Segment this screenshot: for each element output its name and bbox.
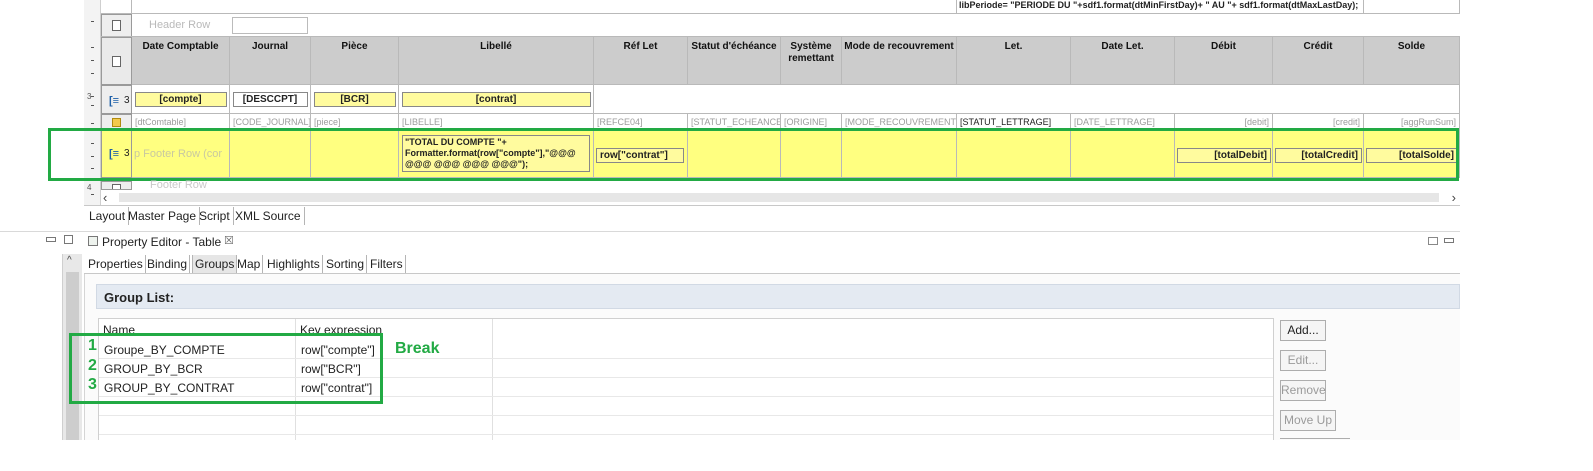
group-icon: [≡ xyxy=(109,95,120,107)
col-date-let[interactable]: Date Let. xyxy=(1071,37,1175,85)
tab-map[interactable]: Map xyxy=(235,255,264,273)
break-annotation: Break xyxy=(395,340,440,357)
col-debit[interactable]: Débit xyxy=(1175,37,1273,85)
period-expression-cell[interactable]: libPeriode= "PERIODE DU "+sdf1.format(dt… xyxy=(957,0,1364,14)
row-icon xyxy=(112,56,121,67)
col-libelle[interactable]: Libellé xyxy=(399,37,594,85)
tab-xml-source[interactable]: XML Source xyxy=(232,207,305,225)
row-handle-header[interactable] xyxy=(101,14,132,37)
col-credit[interactable]: Crédit xyxy=(1273,37,1364,85)
binding-contrat[interactable]: [contrat] xyxy=(401,92,591,107)
property-editor-title: Property Editor - Table xyxy=(102,235,222,249)
group-cell-contrat[interactable]: [contrat] xyxy=(399,85,594,114)
remove-button[interactable]: Remove xyxy=(1280,380,1326,401)
move-up-button[interactable]: Move Up xyxy=(1280,410,1336,431)
minimize-icon[interactable] xyxy=(1444,238,1454,243)
tab-binding[interactable]: Binding xyxy=(145,255,191,273)
tab-script[interactable]: Script xyxy=(196,207,234,225)
group-list-title: Group List: xyxy=(104,290,175,305)
row-handle-footer-table[interactable] xyxy=(101,181,132,190)
col-journal[interactable]: Journal xyxy=(230,37,311,85)
close-tab-icon[interactable]: ☒ xyxy=(224,234,234,247)
col-ref-let[interactable]: Réf Let xyxy=(594,37,688,85)
horizontal-scrollbar[interactable]: ‹ › xyxy=(101,190,1460,205)
view-menu-icon[interactable] xyxy=(1428,237,1438,245)
row-handle-columns[interactable] xyxy=(101,37,132,85)
group-level-number: 3 xyxy=(124,95,130,106)
row-icon xyxy=(112,20,121,31)
scrollbar-track[interactable] xyxy=(119,193,1439,202)
tab-sorting[interactable]: Sorting xyxy=(324,255,368,273)
group-cell-desccpt[interactable]: [DESCCPT] xyxy=(230,85,311,114)
property-editor-icon xyxy=(88,236,98,246)
row-handle-group[interactable]: [≡ 3 xyxy=(101,85,132,114)
col-piece[interactable]: Pièce xyxy=(311,37,399,85)
header-row-label: Header Row xyxy=(149,19,211,31)
footer-highlight-box xyxy=(48,128,1459,181)
scroll-right-arrow[interactable]: › xyxy=(1452,190,1456,205)
col-statut-echeance[interactable]: Statut d'échéance xyxy=(688,37,781,85)
binding-bcr[interactable]: [BCR] xyxy=(313,92,396,107)
footer-row-label: Footer Row xyxy=(150,179,207,190)
group-cell-compte[interactable]: [compte] xyxy=(132,85,230,114)
bottom-blank-area xyxy=(0,440,1593,471)
tab-properties[interactable]: Properties xyxy=(86,255,146,273)
col-solde[interactable]: Solde xyxy=(1364,37,1460,85)
minimize-icon[interactable] xyxy=(46,237,56,242)
detail-icon xyxy=(112,118,121,127)
edit-button[interactable]: Edit... xyxy=(1280,350,1326,371)
left-view-toolbar xyxy=(0,232,84,254)
key-column-header[interactable]: Key expression xyxy=(300,323,382,333)
binding-compte[interactable]: [compte] xyxy=(134,92,227,107)
tab-highlights[interactable]: Highlights xyxy=(265,255,323,273)
col-mode-recouvrement[interactable]: Mode de recouvrement xyxy=(842,37,957,85)
tab-filters[interactable]: Filters xyxy=(368,255,406,273)
binding-desccpt[interactable]: [DESCCPT] xyxy=(232,92,308,107)
col-date-comptable[interactable]: Date Comptable xyxy=(132,37,230,85)
group-list-header: Group List: xyxy=(96,284,1460,309)
col-let[interactable]: Let. xyxy=(957,37,1071,85)
right-blank-area xyxy=(1460,0,1593,471)
name-column-header[interactable]: Name xyxy=(103,323,135,333)
tab-master-page[interactable]: Master Page xyxy=(125,207,201,225)
col-systeme-remettant[interactable]: Système remettant xyxy=(781,37,842,85)
tab-groups[interactable]: Groups xyxy=(192,255,238,273)
maximize-icon[interactable] xyxy=(64,235,73,244)
header-row-input[interactable] xyxy=(232,17,308,34)
add-button[interactable]: Add... xyxy=(1280,320,1326,341)
property-editor-header: Property Editor - Table ☒ xyxy=(84,232,1460,252)
scroll-left-arrow[interactable]: ‹ xyxy=(103,190,107,205)
group-cell-bcr[interactable]: [BCR] xyxy=(311,85,399,114)
scroll-up-arrow[interactable]: ^ xyxy=(67,255,72,266)
groups-highlight-box xyxy=(69,333,383,404)
script-row: libPeriode= "PERIODE DU "+sdf1.format(dt… xyxy=(101,0,1460,14)
tab-layout[interactable]: Layout xyxy=(86,207,130,225)
